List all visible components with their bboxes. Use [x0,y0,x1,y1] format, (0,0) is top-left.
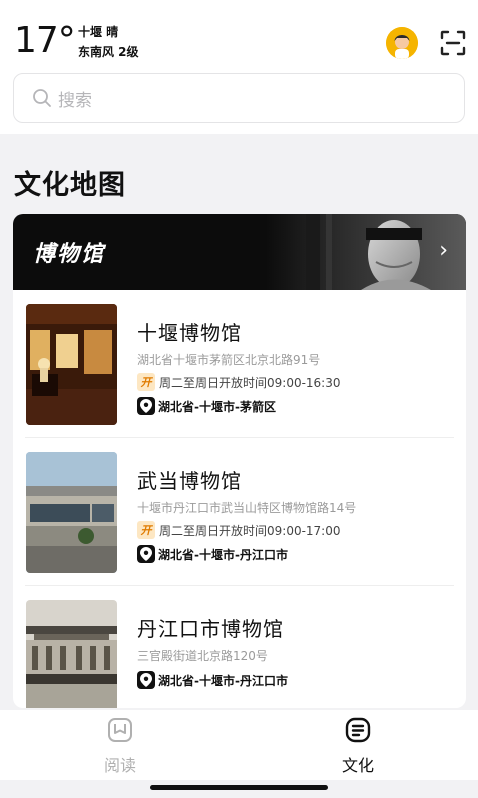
home-indicator[interactable] [150,785,328,790]
opening-hours: 开 周二至周日开放时间09:00-17:00 [137,520,341,540]
tab-reading-label: 阅读 [103,756,136,775]
region-info: 湖北省-十堰市-茅箭区 [137,396,276,416]
top-header: 17° 十堰 晴 东南风 2级 搜索 [0,0,478,134]
tab-culture[interactable]: 文化 [298,710,418,780]
list-item[interactable]: 十堰博物馆 湖北省十堰市茅箭区北京北路91号 开 周二至周日开放时间09:00-… [13,290,466,438]
location-pin-icon [137,545,155,563]
museum-address: 十堰市丹江口市武当山特区博物馆路14号 [137,501,357,515]
page-title: 文化地图 [14,170,126,201]
list-item[interactable]: 丹江口市博物馆 三官殿街道北京路120号 湖北省-十堰市-丹江口市 [13,586,466,708]
museum-thumbnail [26,600,117,708]
location-pin-icon [137,397,155,415]
city-weather: 十堰 晴 [78,25,119,39]
museum-banner[interactable]: 博物馆 › [13,214,466,290]
region-text: 湖北省-十堰市-茅箭区 [158,399,276,414]
list-item[interactable]: 武当博物馆 十堰市丹江口市武当山特区博物馆路14号 开 周二至周日开放时间09:… [13,438,466,586]
opening-hours: 开 周二至周日开放时间09:00-16:30 [137,372,341,392]
banner-title: 博物馆 [33,242,106,267]
museum-address: 三官殿街道北京路120号 [137,649,268,663]
scan-icon[interactable] [440,30,466,56]
temperature: 17° [14,20,76,61]
statue-image [266,214,466,290]
open-badge: 开 [137,521,155,539]
wind-info: 东南风 2级 [78,45,139,59]
book-icon [108,718,132,742]
bottom-tab-bar: 阅读 文化 [0,710,478,780]
region-info: 湖北省-十堰市-丹江口市 [137,670,288,690]
museum-name: 武当博物馆 [137,469,242,493]
search-icon [33,89,51,107]
search-input[interactable]: 搜索 [13,73,465,123]
search-placeholder: 搜索 [58,90,92,111]
culture-list-icon [345,717,371,743]
hours-text: 周二至周日开放时间09:00-17:00 [159,523,341,538]
region-text: 湖北省-十堰市-丹江口市 [158,673,288,688]
open-badge: 开 [137,373,155,391]
avatar[interactable] [386,27,418,59]
museum-name: 丹江口市博物馆 [137,617,284,641]
avatar-icon [386,27,418,59]
museum-card: 博物馆 › 十堰博物馆 湖北省十堰市茅箭区北京北路91号 开 周二至周日开放时间… [13,214,466,708]
chevron-right-icon[interactable]: › [439,238,448,263]
museum-name: 十堰博物馆 [137,321,242,345]
museum-thumbnail [26,452,117,573]
weather-info: 十堰 晴 东南风 2级 [78,22,139,62]
museum-thumbnail [26,304,117,425]
hours-text: 周二至周日开放时间09:00-16:30 [159,375,341,390]
museum-address: 湖北省十堰市茅箭区北京北路91号 [137,353,321,367]
tab-reading[interactable]: 阅读 [60,710,180,780]
location-pin-icon [137,671,155,689]
tab-culture-label: 文化 [341,756,374,775]
region-info: 湖北省-十堰市-丹江口市 [137,544,288,564]
region-text: 湖北省-十堰市-丹江口市 [158,547,288,562]
